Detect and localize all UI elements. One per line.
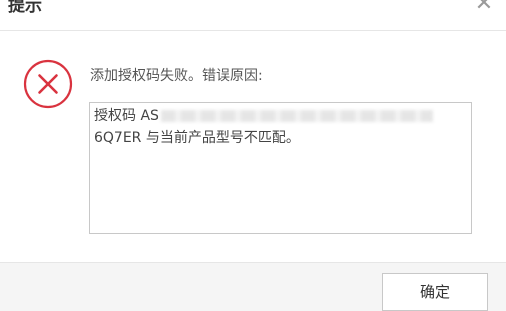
redacted-license-code xyxy=(160,110,433,122)
detail-line-1: 授权码 AS xyxy=(94,105,467,127)
close-icon[interactable]: ✕ xyxy=(472,0,496,16)
error-dialog: 提示 ✕ 添加授权码失败。错误原因: 授权码 AS 6Q7ER 与当前产品型号不… xyxy=(0,0,506,311)
dialog-header: 提示 ✕ xyxy=(0,0,506,31)
dialog-title: 提示 xyxy=(8,0,42,16)
error-detail-box[interactable]: 授权码 AS 6Q7ER 与当前产品型号不匹配。 xyxy=(89,102,472,234)
error-message: 添加授权码失败。错误原因: xyxy=(90,68,263,84)
ok-button[interactable]: 确定 xyxy=(382,273,488,311)
error-icon xyxy=(23,59,73,109)
detail-line-1-prefix: 授权码 AS xyxy=(94,108,159,124)
detail-line-2: 6Q7ER 与当前产品型号不匹配。 xyxy=(94,130,300,146)
